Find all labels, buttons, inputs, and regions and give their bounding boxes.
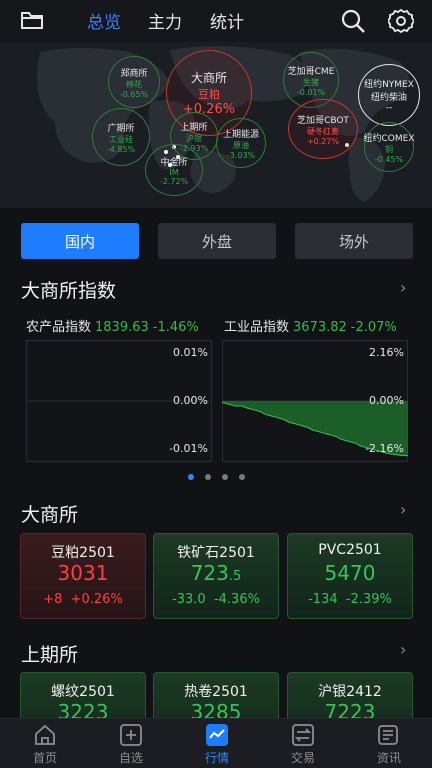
- plus-square-icon: [120, 724, 142, 746]
- agri-index-chart[interactable]: 0.01% 0.00% -0.01%: [26, 340, 212, 462]
- folder-icon[interactable]: [20, 9, 44, 31]
- page-dot[interactable]: [205, 474, 211, 480]
- exchange-cffex[interactable]: 中金所 IM -2.72%: [145, 144, 203, 196]
- industrial-index-chart[interactable]: 2.16% 0.00% -2.16%: [222, 340, 408, 462]
- nav-market[interactable]: 行情: [174, 719, 260, 768]
- agri-tick-top: 0.01%: [173, 346, 208, 359]
- nav-news[interactable]: 资讯: [346, 719, 432, 768]
- exchange-gfex[interactable]: 广期所 工业硅 -4.85%: [92, 108, 150, 166]
- section-title-dce-index: 大商所指数: [21, 280, 117, 302]
- contract-card-soymeal[interactable]: 豆粕2501 3031 +8 +0.26%: [20, 533, 146, 619]
- page-dot-active[interactable]: [188, 474, 194, 480]
- page-dot[interactable]: [222, 474, 228, 480]
- nav-trade[interactable]: 交易: [260, 719, 346, 768]
- agri-tick-bottom: -0.01%: [169, 442, 208, 455]
- section-title-dce: 大商所: [21, 504, 79, 526]
- segment-foreign[interactable]: 外盘: [158, 223, 276, 259]
- nav-home[interactable]: 首页: [2, 719, 88, 768]
- bottom-nav: 首页 自选 行情 交易 资讯: [0, 718, 432, 768]
- exchange-icon: [292, 724, 314, 746]
- tab-overview[interactable]: 总览: [87, 8, 121, 33]
- home-icon: [35, 724, 55, 745]
- search-icon[interactable]: [340, 8, 366, 34]
- agri-tick-mid: 0.00%: [173, 394, 208, 407]
- exchange-ine[interactable]: 上期能源 原油 -3.03%: [216, 118, 266, 168]
- segment-domestic[interactable]: 国内: [21, 223, 139, 259]
- chevron-right-icon[interactable]: ›: [400, 500, 406, 519]
- industrial-tick-top: 2.16%: [369, 346, 404, 359]
- top-bar: 总览 主力 统计: [0, 0, 432, 42]
- world-exchange-map: 郑商所 棉花 -0.65% 大商所 豆粕 +0.26% 芝加哥CME 生猪 -0…: [0, 42, 432, 208]
- chart-icon: [206, 724, 228, 746]
- agri-index-label[interactable]: 农产品指数 1839.63 -1.46%: [26, 316, 199, 335]
- nav-watchlist[interactable]: 自选: [88, 719, 174, 768]
- industrial-index-label[interactable]: 工业品指数 3673.82 -2.07%: [224, 316, 397, 335]
- contract-card-iron-ore[interactable]: 铁矿石2501 723.5 -33.0 -4.36%: [153, 533, 279, 619]
- chevron-right-icon[interactable]: ›: [400, 278, 406, 297]
- news-icon: [378, 725, 398, 745]
- exchange-comex[interactable]: 纽约COMEX 铜 -0.45%: [364, 122, 415, 172]
- exchange-cbot[interactable]: 芝加哥CBOT 硬冬红麦 +0.27%: [288, 99, 358, 159]
- page-dot[interactable]: [239, 474, 245, 480]
- exchange-nymex[interactable]: 纽约NYMEX 纽约柴油 --: [358, 64, 420, 126]
- gear-icon[interactable]: [388, 8, 414, 34]
- exchange-zce[interactable]: 郑商所 棉花 -0.65%: [108, 56, 160, 108]
- section-title-shfe: 上期所: [21, 644, 79, 666]
- industrial-tick-bottom: -2.16%: [365, 442, 404, 455]
- contract-card-pvc[interactable]: PVC2501 5470 -134 -2.39%: [287, 533, 413, 619]
- segment-otc[interactable]: 场外: [295, 223, 413, 259]
- chevron-right-icon[interactable]: ›: [400, 640, 406, 659]
- tab-main[interactable]: 主力: [148, 8, 182, 33]
- industrial-tick-mid: 0.00%: [369, 394, 404, 407]
- tab-stats[interactable]: 统计: [210, 8, 244, 33]
